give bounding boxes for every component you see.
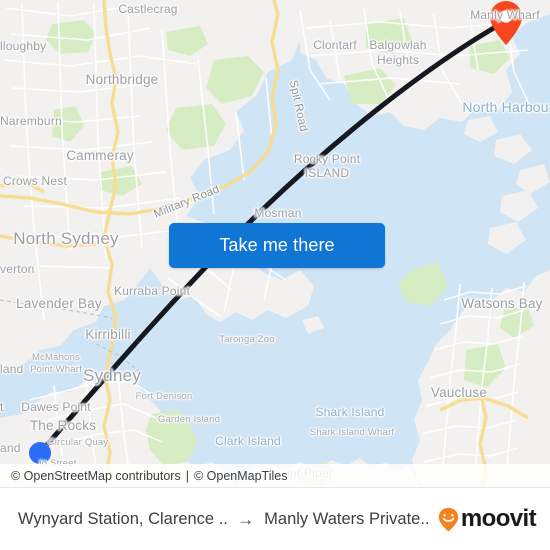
trip-endpoints: Wynyard Station, Clarence ... → Manly Wa…	[18, 510, 430, 529]
moovit-logo[interactable]: moovit	[438, 505, 537, 532]
moovit-pin-icon	[438, 507, 459, 532]
arrow-right-icon: →	[237, 509, 255, 529]
attribution-openmaptiles[interactable]: © OpenMapTiles	[194, 469, 288, 483]
trip-origin-label[interactable]: Wynyard Station, Clarence ...	[18, 510, 227, 529]
take-me-there-button[interactable]: Take me there	[169, 223, 385, 268]
attribution-osm[interactable]: © OpenStreetMap contributors	[11, 469, 181, 483]
trip-summary-bar: Wynyard Station, Clarence ... → Manly Wa…	[0, 487, 550, 550]
origin-marker[interactable]	[29, 442, 51, 464]
destination-marker[interactable]	[489, 0, 523, 46]
moovit-wordmark: moovit	[460, 505, 537, 532]
trip-map-widget: .land { fill:#f2f1ef; } .park { fill:#d6…	[0, 0, 550, 550]
map-attribution: © OpenStreetMap contributors | © OpenMap…	[0, 464, 550, 487]
trip-destination-label[interactable]: Manly Waters Private...	[264, 510, 430, 529]
attribution-separator: |	[185, 468, 189, 483]
map-canvas[interactable]: .land { fill:#f2f1ef; } .park { fill:#d6…	[0, 0, 550, 487]
